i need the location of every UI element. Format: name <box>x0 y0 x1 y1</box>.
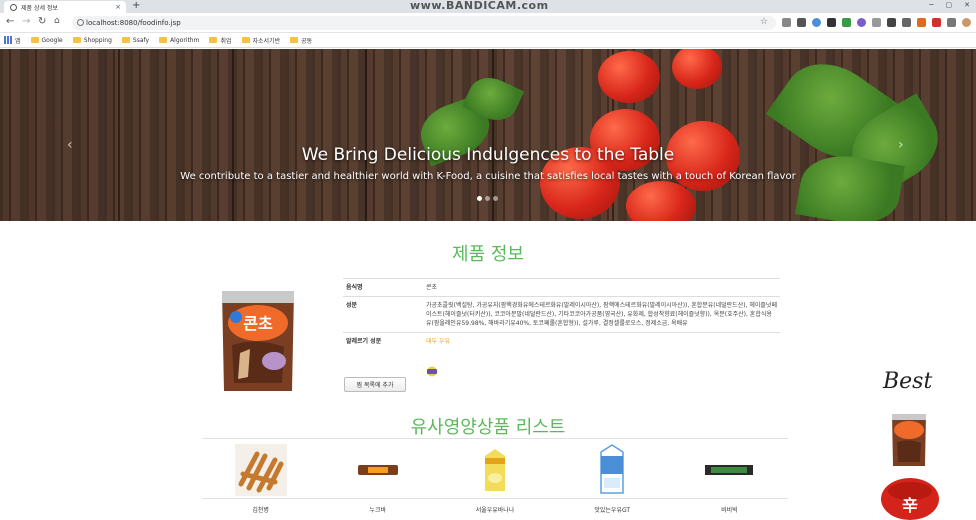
similar-section-title: 유사영양상품 리스트 <box>410 417 566 438</box>
close-tab-icon[interactable]: × <box>115 3 121 11</box>
similar-item-image <box>357 465 398 475</box>
folder-icon <box>30 37 39 43</box>
info-key: 성분 <box>343 296 423 333</box>
apps-icon <box>4 36 12 44</box>
similar-item-image <box>234 444 287 496</box>
folder-icon <box>159 37 168 43</box>
extension-icon[interactable] <box>947 18 956 27</box>
bookmark-apps[interactable]: 앱 <box>4 36 21 45</box>
best-label: Best <box>882 369 932 394</box>
svg-text:辛: 辛 <box>902 496 918 515</box>
address-bar[interactable]: localhost:8080/foodinfo.jsp ☆ <box>72 16 776 30</box>
product-section-title: 제품 정보 <box>452 244 524 265</box>
similar-item-name: 서울우유바나나 <box>475 507 515 514</box>
profile-avatar[interactable] <box>962 18 971 27</box>
extension-icon[interactable] <box>827 18 836 27</box>
extension-icon[interactable] <box>932 18 941 27</box>
info-key: 음식명 <box>343 278 423 297</box>
similar-item[interactable]: 맛있는우유GT <box>554 440 671 520</box>
extension-icon[interactable] <box>872 18 881 27</box>
bookmark-folder[interactable]: 자소서기반 <box>241 36 280 45</box>
info-row: 음식명 콘초 <box>343 278 780 297</box>
similar-item-image <box>600 444 624 494</box>
product-image: 콘초 <box>222 291 294 391</box>
folder-icon <box>209 37 218 43</box>
info-value: 가공초콜릿(백설탕, 가공유지(팜핵경화유에스테르화유(말레이시아산), 팜핵에… <box>423 296 780 333</box>
url-text: localhost:8080/foodinfo.jsp <box>86 19 181 27</box>
tab-strip: 제품 상세 정보 × + www.BANDICAM.com ─ ▢ ✕ <box>0 0 976 13</box>
carousel-indicators <box>477 196 498 201</box>
similar-item-name: 맛있는우유GT <box>594 507 631 514</box>
info-row: 알레르기 성분 대두 우유 <box>343 332 780 350</box>
info-row: 성분 가공초콜릿(백설탕, 가공유지(팜핵경화유에스테르화유(말레이시아산), … <box>343 296 780 333</box>
best-product-image[interactable]: 辛 <box>880 477 940 520</box>
bookmark-folder[interactable]: Shopping <box>72 37 112 44</box>
tomato <box>598 51 660 103</box>
site-info-icon[interactable] <box>77 19 84 26</box>
extension-icon[interactable] <box>782 18 791 27</box>
maximize-icon[interactable]: ▢ <box>946 1 953 9</box>
allergy-icon <box>427 366 437 377</box>
divider <box>202 498 788 499</box>
extension-icon[interactable] <box>917 18 926 27</box>
new-tab-button[interactable]: + <box>132 0 140 11</box>
tab-title: 제품 상세 정보 <box>21 4 58 12</box>
folder-icon <box>290 37 299 43</box>
best-text: Best <box>882 369 932 394</box>
similar-item[interactable]: 누크바 <box>319 440 436 520</box>
reload-icon[interactable]: ↻ <box>38 16 46 27</box>
back-icon[interactable]: ← <box>6 16 14 27</box>
similar-item[interactable]: 서울우유바나나 <box>436 440 553 520</box>
similar-item[interactable]: 비비빅 <box>671 440 788 520</box>
watermark: www.BANDICAM.com <box>410 0 549 12</box>
info-value: 콘초 <box>423 278 780 297</box>
globe-icon <box>10 3 17 11</box>
extension-icon[interactable] <box>812 18 821 27</box>
window-controls: ─ ▢ ✕ <box>929 1 970 9</box>
extension-icon[interactable] <box>842 18 851 27</box>
carousel-dot[interactable] <box>477 196 482 201</box>
similar-item-name: 비비빅 <box>721 507 738 514</box>
forward-icon[interactable]: → <box>22 16 30 27</box>
bookmark-folder[interactable]: 취업 <box>209 36 232 45</box>
minimize-icon[interactable]: ─ <box>929 1 933 9</box>
bookmark-folder[interactable]: Ssafy <box>121 37 149 44</box>
extension-icon[interactable] <box>902 18 911 27</box>
svg-text:콘초: 콘초 <box>243 314 273 333</box>
bookmarks-bar: 앱 Google Shopping Ssafy Algorithm 취업 자소서… <box>0 33 976 48</box>
folder-icon <box>241 37 250 43</box>
browser-tab[interactable]: 제품 상세 정보 × <box>4 1 126 13</box>
folder-icon <box>72 37 81 43</box>
browser-toolbar: ← → ↻ ⌂ localhost:8080/foodinfo.jsp ☆ ⋮ <box>0 13 976 33</box>
divider <box>202 438 788 439</box>
bookmark-star-icon[interactable]: ☆ <box>760 17 768 27</box>
hero-carousel: ‹ › We Bring Delicious Indulgences to th… <box>0 49 976 221</box>
best-product-image[interactable] <box>889 412 929 468</box>
similar-item-image <box>705 465 754 475</box>
bookmark-folder[interactable]: Google <box>30 37 63 44</box>
bookmark-folder[interactable]: Algorithm <box>159 37 199 44</box>
add-to-wishlist-button[interactable]: 찜 목록에 추가 <box>344 377 406 392</box>
extension-icon[interactable] <box>887 18 896 27</box>
extension-icon[interactable] <box>857 18 866 27</box>
similar-item[interactable]: 김천병 <box>202 440 319 520</box>
extension-icon[interactable] <box>797 18 806 27</box>
product-info-table: 음식명 콘초 성분 가공초콜릿(백설탕, 가공유지(팜핵경화유에스테르화유(말레… <box>343 278 780 350</box>
folder-icon <box>121 37 130 43</box>
similar-item-name: 김천병 <box>252 507 269 514</box>
home-icon[interactable]: ⌂ <box>54 16 60 26</box>
bookmark-folder[interactable]: 공동 <box>290 36 312 45</box>
carousel-dot[interactable] <box>493 196 498 201</box>
extensions: ⋮ <box>782 18 976 27</box>
allergy-value: 대두 우유 <box>423 332 780 350</box>
info-key: 알레르기 성분 <box>343 332 423 350</box>
similar-item-name: 누크바 <box>369 507 387 514</box>
hero-title: We Bring Delicious Indulgences to the Ta… <box>301 145 675 165</box>
carousel-dot[interactable] <box>485 196 490 201</box>
similar-item-image <box>485 449 505 491</box>
hero-subtitle: We contribute to a tastier and healthier… <box>180 171 796 182</box>
close-window-icon[interactable]: ✕ <box>964 1 970 9</box>
similar-product-list: 김천병 누크바 서울우유바나나 맛있는우유GT 비비빅 <box>202 440 788 520</box>
